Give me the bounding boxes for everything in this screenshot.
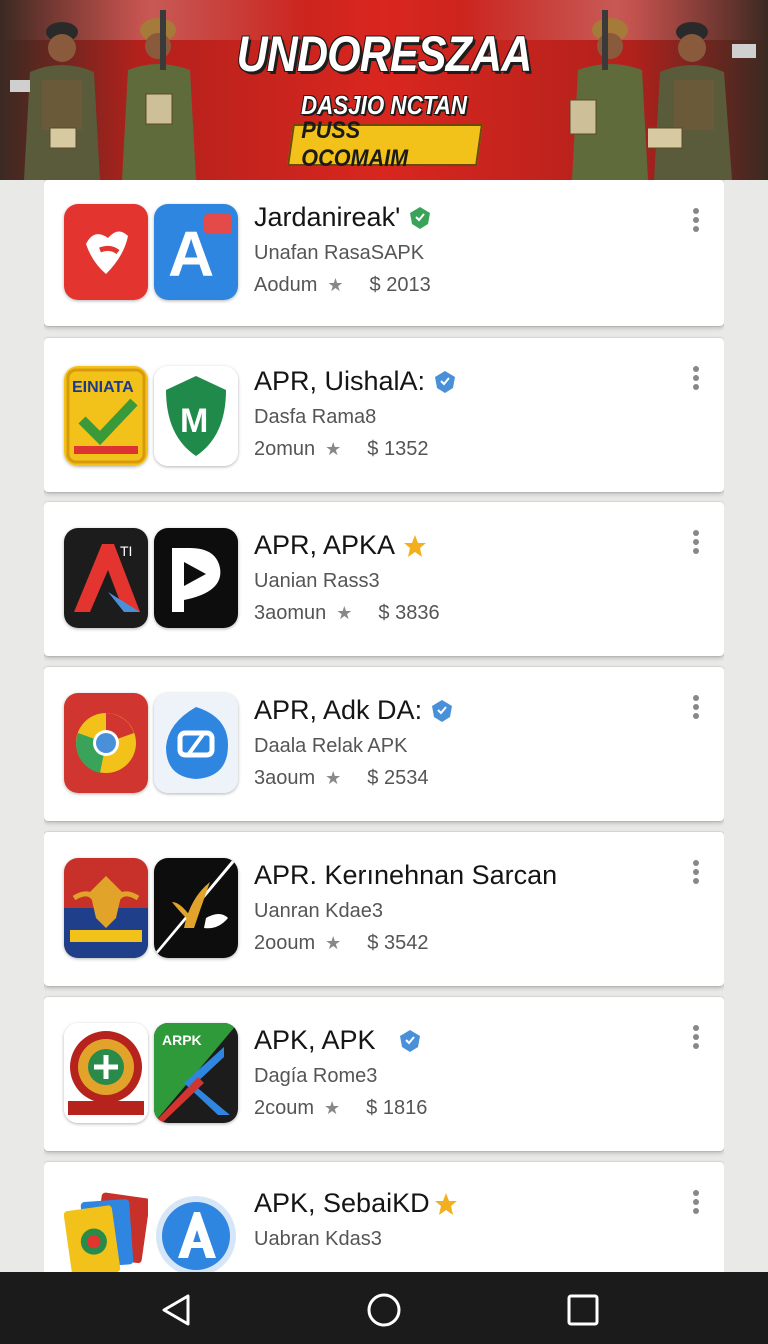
app-card[interactable]: TI APR, APKA Uanian Rass3 3aomun ★ $ 383…: [44, 502, 724, 656]
blue-drop-icon[interactable]: [154, 693, 238, 793]
app-subtitle: Uabran Kdas3: [254, 1228, 382, 1250]
colorful-cards-icon[interactable]: [64, 1186, 148, 1272]
recents-button[interactable]: [563, 1290, 603, 1330]
more-options-icon[interactable]: [692, 1190, 700, 1216]
app-title-wrap: APK, SebaiKD: [254, 1188, 458, 1219]
star-icon: ★: [336, 603, 353, 623]
app-meta: 2omun ★ $ 1352: [254, 438, 428, 461]
system-navigation-bar: [0, 1272, 768, 1344]
app-title: APR, UishalA:: [254, 366, 426, 396]
soldier-figure-right-2: [648, 22, 756, 180]
app-card[interactable]: A Jardanireak' Unafan RasaSAPK Aodum ★ $…: [44, 180, 724, 326]
back-icon: [162, 1294, 190, 1326]
more-options-icon[interactable]: [692, 366, 700, 392]
app-title-wrap: Jardanireak': [254, 202, 432, 233]
red-bird-icon[interactable]: [64, 204, 148, 300]
more-options-icon[interactable]: [692, 530, 700, 556]
app-meta: Aodum ★ $ 2013: [254, 274, 431, 297]
star-icon: ★: [325, 439, 342, 459]
gold-star-badge-icon: [434, 1192, 457, 1215]
app-list[interactable]: A Jardanireak' Unafan RasaSAPK Aodum ★ $…: [44, 180, 724, 1272]
blue-a-circle-icon[interactable]: [154, 1186, 238, 1272]
blue-a-icon[interactable]: A: [154, 204, 238, 300]
rating-text: 2coum: [254, 1097, 315, 1119]
star-icon: ★: [324, 1098, 341, 1118]
blue-shield-badge-icon: [435, 370, 456, 393]
app-subtitle: Uanran Kdae3: [254, 900, 383, 922]
yellow-check-icon[interactable]: EINIATA: [64, 366, 148, 466]
green-shield-app-icon[interactable]: M: [154, 366, 238, 466]
app-title: APR. Kerınehnan Sarcan: [254, 860, 558, 890]
more-options-icon[interactable]: [692, 1025, 700, 1051]
rating-text: 3aoum: [254, 767, 316, 789]
svg-text:M: M: [180, 402, 208, 440]
app-meta: 2coum ★ $ 1816: [254, 1097, 427, 1120]
banner-title: UNDORESZAA: [236, 26, 533, 82]
price: $ 2013: [369, 274, 431, 296]
banner-pill[interactable]: PUSS OCOMAIM: [287, 117, 483, 172]
svg-text:TI: TI: [120, 543, 132, 559]
app-card[interactable]: APR, Adk DA: Daala Relak APK 3aoum ★ $ 2…: [44, 667, 724, 821]
green-apk-icon[interactable]: ARPK: [154, 1023, 238, 1123]
app-title: Jardanireak': [254, 202, 401, 232]
chrome-like-icon[interactable]: [64, 693, 148, 793]
promo-banner[interactable]: UNDORESZAA DASJIO NCTAN INDONESIA PUSS O…: [0, 0, 768, 180]
app-subtitle: Dagía Rome3: [254, 1065, 378, 1087]
app-title-wrap: APR, APKA: [254, 530, 427, 561]
recents-icon: [567, 1294, 599, 1326]
garuda-emblem-icon[interactable]: [64, 858, 148, 958]
star-icon: ★: [327, 275, 344, 295]
app-title: APK, APK: [254, 1025, 376, 1055]
app-meta: 2ooum ★ $ 3542: [254, 932, 428, 955]
price: $ 2534: [367, 767, 429, 789]
app-title-wrap: APR. Kerınehnan Sarcan: [254, 860, 557, 891]
home-icon: [367, 1293, 401, 1327]
star-icon: ★: [325, 768, 342, 788]
app-meta: 3aoum ★ $ 2534: [254, 767, 428, 790]
app-title: APK, SebaiKD: [254, 1188, 430, 1218]
app-title-wrap: APK, APK: [254, 1025, 422, 1056]
app-card[interactable]: APK, SebaiKD Uabran Kdas3: [44, 1162, 724, 1272]
price: $ 3542: [367, 932, 429, 954]
black-red-a-icon[interactable]: TI: [64, 528, 148, 628]
more-options-icon[interactable]: [692, 860, 700, 886]
banner-pill-label: PUSS OCOMAIM: [301, 117, 409, 172]
back-button[interactable]: [158, 1290, 198, 1330]
blue-shield-badge-icon: [432, 699, 453, 722]
svg-text:ARPK: ARPK: [162, 1032, 202, 1048]
home-button[interactable]: [364, 1290, 404, 1330]
red-gold-emblem-icon[interactable]: [64, 1023, 148, 1123]
star-icon: ★: [325, 933, 342, 953]
black-play-icon[interactable]: [154, 528, 238, 628]
app-title-wrap: APR, UishalA:: [254, 366, 457, 397]
green-shield-badge-icon: [410, 206, 431, 229]
price: $ 1352: [367, 438, 429, 460]
app-subtitle: Daala Relak APK: [254, 735, 408, 757]
black-gold-plant-icon[interactable]: [154, 858, 238, 958]
app-card[interactable]: APR. Kerınehnan Sarcan Uanran Kdae3 2oou…: [44, 832, 724, 986]
rating-text: 2ooum: [254, 932, 316, 954]
app-card[interactable]: ARPK APK, APK Dagía Rome3 2coum ★ $ 1816: [44, 997, 724, 1151]
app-subtitle: Dasfa Rama8: [254, 406, 377, 428]
rating-text: 2omun: [254, 438, 316, 460]
more-options-icon[interactable]: [692, 208, 700, 234]
price: $ 3836: [378, 602, 440, 624]
blue-shield-badge-icon: [399, 1029, 420, 1052]
app-subtitle: Unafan RasaSAPK: [254, 242, 425, 264]
app-title: APR, Adk DA:: [254, 695, 423, 725]
soldier-figure-left-2: [122, 10, 196, 180]
app-subtitle: Uanian Rass3: [254, 570, 380, 592]
app-card[interactable]: EINIATA M APR, UishalA: Dasfa Rama8 2omu…: [44, 338, 724, 492]
app-title: APR, APKA: [254, 530, 396, 560]
more-options-icon[interactable]: [692, 695, 700, 721]
app-title-wrap: APR, Adk DA:: [254, 695, 454, 726]
app-meta: 3aomun ★ $ 3836: [254, 602, 440, 625]
price: $ 1816: [366, 1097, 428, 1119]
rating-text: 3aomun: [254, 602, 327, 624]
svg-text:EINIATA: EINIATA: [72, 379, 134, 396]
gold-star-badge-icon: [404, 534, 427, 557]
rating-text: Aodum: [254, 274, 318, 296]
